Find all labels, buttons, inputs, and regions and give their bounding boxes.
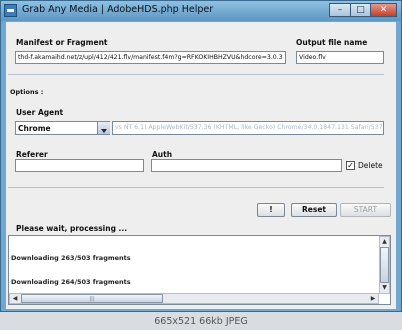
vertical-scroll-thumb[interactable] <box>380 247 389 283</box>
output-filename-input[interactable]: Video.flv <box>296 51 384 64</box>
log-line: Downloading 264/503 fragments <box>11 278 131 286</box>
user-agent-label: User Agent <box>16 108 64 117</box>
vertical-scrollbar[interactable]: ▲ ▼ <box>379 236 390 294</box>
scroll-left-icon[interactable]: ◀ <box>10 294 20 303</box>
scroll-up-icon[interactable]: ▲ <box>380 237 389 247</box>
scroll-right-icon[interactable]: ▶ <box>368 294 378 303</box>
referer-label: Referer <box>16 150 48 159</box>
auth-label: Auth <box>152 150 173 159</box>
horizontal-scrollbar[interactable]: ◀ ||| ▶ <box>9 293 379 304</box>
auth-input[interactable] <box>151 159 342 172</box>
app-icon <box>4 4 17 17</box>
user-agent-select[interactable]: Chrome <box>15 121 110 135</box>
user-agent-selected: Chrome <box>18 124 51 133</box>
chevron-down-icon[interactable] <box>97 122 110 134</box>
divider <box>8 187 384 188</box>
start-button[interactable]: START <box>340 203 391 217</box>
options-label: Options : <box>10 88 44 96</box>
manifest-label: Manifest or Fragment <box>16 38 108 47</box>
minimize-button[interactable]: – <box>329 3 351 17</box>
scroll-down-icon[interactable]: ▼ <box>380 283 389 293</box>
status-text: Please wait, processing ... <box>16 224 128 233</box>
log-output[interactable]: Downloading 263/503 fragments Downloadin… <box>8 235 391 305</box>
user-agent-string-field[interactable]: vs NT 6.1) AppleWebKit/537.36 (KHTML, li… <box>112 121 384 135</box>
log-line: Downloading 263/503 fragments <box>11 254 131 262</box>
maximize-button[interactable]: □ <box>350 3 371 17</box>
delete-checkbox[interactable]: ✓ <box>346 161 355 170</box>
delete-label: Delete <box>358 161 383 170</box>
scroll-grip-icon: ||| <box>89 296 95 302</box>
manifest-input[interactable]: thd-f.akamaihd.net/z/upl/412/421.flv/man… <box>15 51 286 64</box>
output-filename-label: Output file name <box>296 38 368 47</box>
reset-button[interactable]: Reset <box>291 203 337 217</box>
divider <box>8 74 384 75</box>
image-caption: 665x521 66kb JPEG <box>154 316 248 327</box>
referer-input[interactable] <box>15 159 144 172</box>
info-button[interactable]: ! <box>257 203 285 217</box>
horizontal-scroll-thumb[interactable]: ||| <box>21 294 163 303</box>
window-title: Grab Any Media | AdobeHDS.php Helper <box>22 4 214 15</box>
close-button[interactable]: ✕ <box>370 3 397 17</box>
